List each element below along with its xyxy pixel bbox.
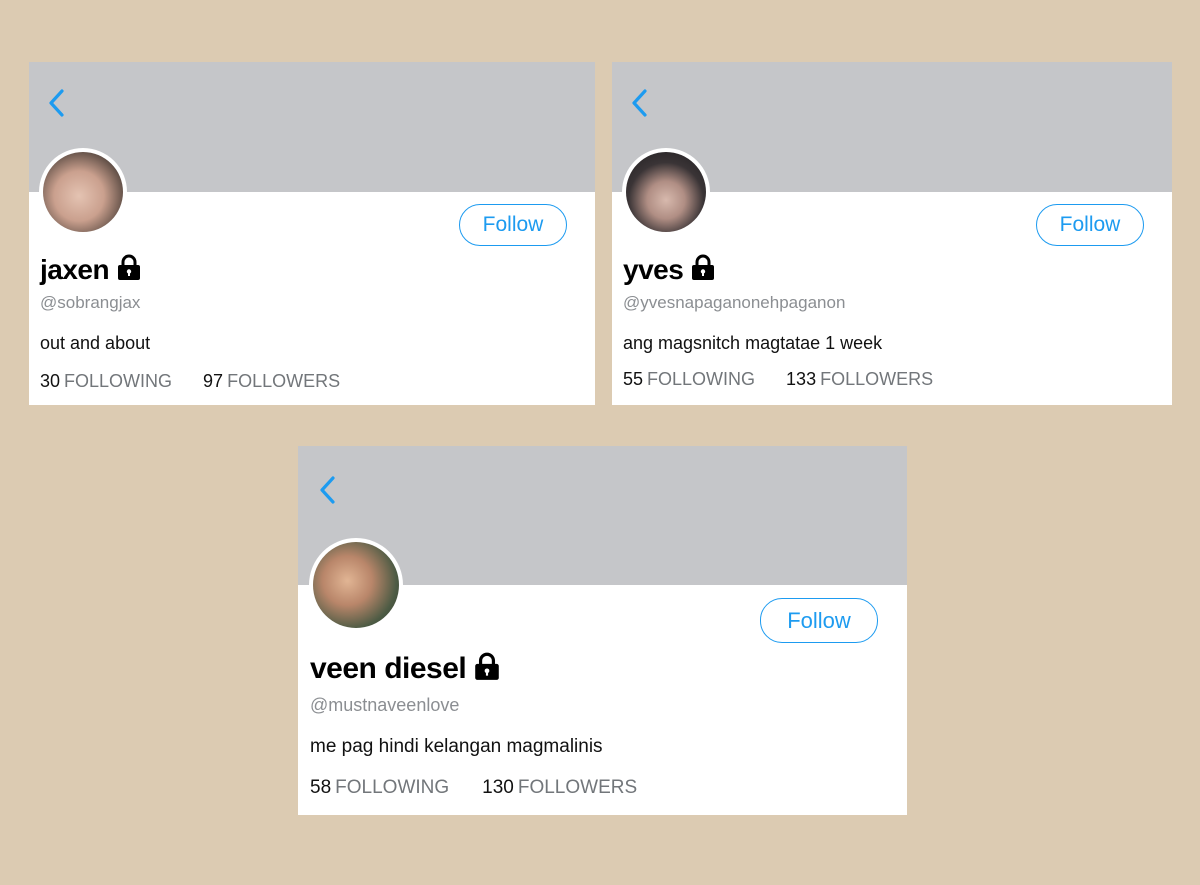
- display-name: yves: [623, 253, 684, 285]
- display-name: veen diesel: [310, 651, 467, 685]
- followers-label: FOLLOWERS: [227, 371, 341, 391]
- followers-count: 130: [482, 777, 514, 798]
- name-row: jaxen: [40, 253, 143, 286]
- name-row: veen diesel: [310, 651, 502, 686]
- profile-card: Follow jaxen @sobrangjax out and about 3…: [29, 62, 595, 405]
- following-label: FOLLOWING: [335, 777, 450, 798]
- followers-label: FOLLOWERS: [820, 369, 934, 389]
- lock-icon: [689, 253, 717, 286]
- followers-stat[interactable]: 130 FOLLOWERS: [482, 777, 637, 799]
- avatar[interactable]: [622, 148, 710, 236]
- avatar[interactable]: [309, 538, 403, 632]
- lock-icon: [472, 651, 502, 686]
- profile-stats: 58 FOLLOWING 130 FOLLOWERS: [310, 777, 670, 799]
- followers-count: 97: [203, 371, 224, 391]
- avatar-photo: [313, 542, 399, 628]
- profile-card: Follow yves @yvesnapaganonehpaganon ang …: [612, 62, 1172, 405]
- profile-stats: 55 FOLLOWING 133 FOLLOWERS: [623, 369, 964, 390]
- profile-handle: @sobrangjax: [40, 293, 141, 312]
- profile-handle: @yvesnapaganonehpaganon: [623, 293, 846, 312]
- lock-icon: [115, 253, 143, 286]
- profile-bio: ang magsnitch magtatae 1 week: [623, 333, 883, 353]
- followers-stat[interactable]: 97 FOLLOWERS: [203, 371, 340, 392]
- back-chevron-icon[interactable]: [626, 87, 652, 119]
- follow-button[interactable]: Follow: [1036, 204, 1144, 246]
- followers-stat[interactable]: 133 FOLLOWERS: [786, 369, 933, 390]
- profile-bio: me pag hindi kelangan magmalinis: [310, 736, 603, 757]
- follow-button[interactable]: Follow: [459, 204, 567, 246]
- back-chevron-icon[interactable]: [43, 87, 69, 119]
- followers-label: FOLLOWERS: [517, 777, 638, 798]
- following-count: 58: [310, 777, 332, 798]
- followers-count: 133: [786, 369, 817, 389]
- following-stat[interactable]: 55 FOLLOWING: [623, 369, 755, 390]
- avatar-photo: [626, 152, 706, 232]
- following-count: 55: [623, 369, 644, 389]
- avatar-photo: [43, 152, 123, 232]
- following-stat[interactable]: 30 FOLLOWING: [40, 371, 172, 392]
- following-count: 30: [40, 371, 61, 391]
- display-name: jaxen: [40, 253, 110, 285]
- following-label: FOLLOWING: [64, 371, 173, 391]
- following-label: FOLLOWING: [647, 369, 756, 389]
- following-stat[interactable]: 58 FOLLOWING: [310, 777, 449, 799]
- profile-bio: out and about: [40, 333, 151, 353]
- profile-handle: @mustnaveenlove: [310, 695, 460, 715]
- back-chevron-icon[interactable]: [314, 474, 340, 506]
- profile-stats: 30 FOLLOWING 97 FOLLOWERS: [40, 371, 371, 392]
- avatar[interactable]: [39, 148, 127, 236]
- follow-button[interactable]: Follow: [760, 598, 878, 643]
- profile-card: Follow veen diesel @mustnaveenlove me pa…: [298, 446, 907, 815]
- name-row: yves: [623, 253, 717, 286]
